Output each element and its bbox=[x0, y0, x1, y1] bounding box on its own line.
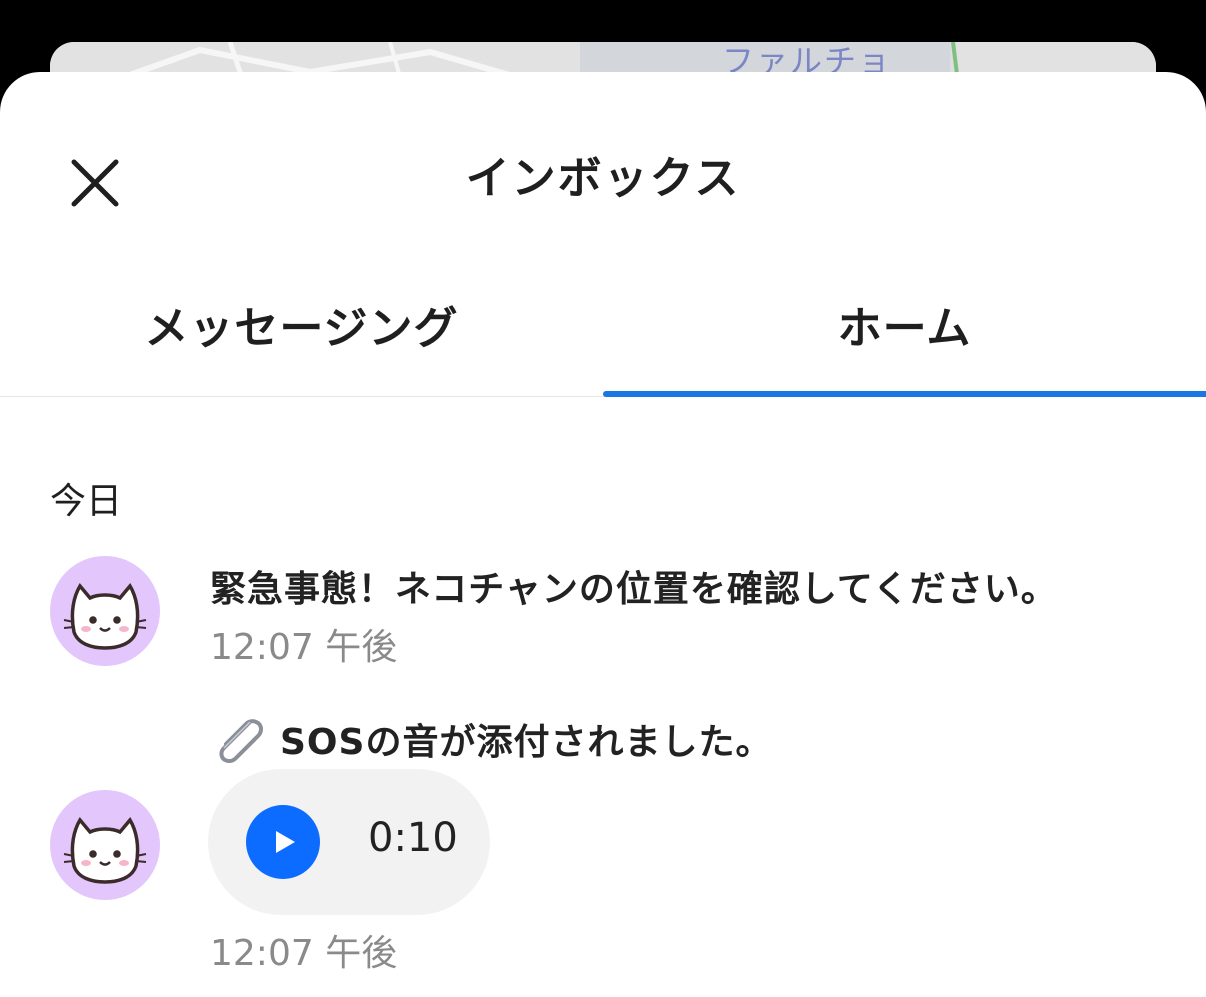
attachment-line: SOSの音が添付されました。 bbox=[210, 714, 772, 764]
avatar[interactable] bbox=[50, 790, 160, 900]
message-timestamp: 12:07 午後 bbox=[210, 933, 398, 974]
attachment-text: SOSの音が添付されました。 bbox=[280, 722, 773, 763]
message-timestamp: 12:07 午後 bbox=[210, 627, 398, 668]
tab-home[interactable]: ホーム bbox=[603, 296, 1206, 396]
message-text: 緊急事態！ネコチャンの位置を確認してください。 bbox=[210, 569, 1058, 610]
inbox-screen: ファルチョ インボックス メッセージング ホーム 今日 緊急事態！ネコチャンの位… bbox=[0, 0, 1206, 997]
section-header-today: 今日 bbox=[50, 481, 123, 522]
play-icon bbox=[276, 831, 295, 853]
play-button[interactable] bbox=[246, 805, 320, 879]
page-title: インボックス bbox=[465, 153, 741, 204]
cat-icon bbox=[63, 816, 147, 884]
tab-messaging[interactable]: メッセージング bbox=[0, 296, 603, 396]
avatar[interactable] bbox=[50, 556, 160, 666]
cat-icon bbox=[63, 582, 147, 650]
inbox-sheet: インボックス メッセージング ホーム 今日 緊急事態！ネコチャンの位置を確認して… bbox=[0, 72, 1206, 997]
audio-player[interactable]: 0:10 bbox=[208, 769, 490, 915]
paperclip-icon bbox=[219, 719, 263, 764]
tab-bar: メッセージング ホーム bbox=[0, 296, 1206, 397]
audio-duration: 0:10 bbox=[368, 815, 458, 861]
active-tab-indicator bbox=[603, 391, 1206, 397]
